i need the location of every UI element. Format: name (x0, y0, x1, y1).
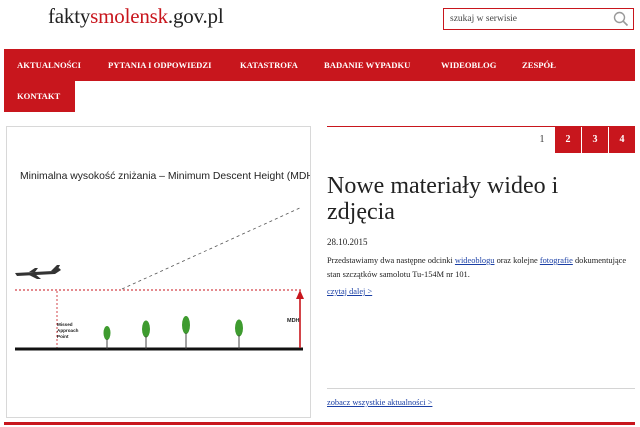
main-nav-row2: KONTAKT (4, 81, 75, 112)
logo-part-domain: .gov.pl (167, 4, 224, 28)
article-title[interactable]: Nowe materiały wideo i zdjęcia (327, 173, 627, 225)
nav-item-pytania[interactable]: PYTANIA I ODPOWIEDZI (108, 49, 211, 81)
mdh-arrow-head (296, 290, 304, 299)
section-bottom-rule (4, 422, 635, 425)
slider-page-1[interactable]: 1 (529, 127, 555, 153)
site-logo[interactable]: faktysmolensk.gov.pl (48, 4, 224, 29)
slider-page-4[interactable]: 4 (609, 127, 635, 153)
mdh-label: MDH (287, 318, 300, 324)
wideoblog-link[interactable]: wideoblogu (455, 256, 495, 265)
approach-path-line (121, 206, 303, 290)
tree-icon (182, 316, 190, 349)
tree-icon (142, 320, 150, 349)
nav-item-wideoblog[interactable]: WIDEOBLOG (441, 49, 496, 81)
nav-item-badanie[interactable]: BADANIE WYPADKU (324, 49, 410, 81)
airplane-icon (15, 265, 61, 279)
fotografie-link[interactable]: fotografie (540, 256, 573, 265)
article-date: 28.10.2015 (327, 237, 368, 247)
logo-part-fakty: fakty (48, 4, 91, 28)
nav-item-kontakt[interactable]: KONTAKT (17, 81, 60, 112)
logo-part-smolensk: smolensk (90, 4, 168, 28)
nav-item-katastrofa[interactable]: KATASTROFA (240, 49, 298, 81)
diagram-title: Minimalna wysokość zniżania – Minimum De… (20, 171, 311, 182)
tree-icon (235, 319, 243, 349)
article-lead: Przedstawiamy dwa następne odcinki wideo… (327, 256, 627, 279)
search-input[interactable] (444, 9, 612, 29)
search-icon[interactable] (613, 11, 629, 27)
slider-page-2[interactable]: 2 (555, 127, 581, 153)
slider-page-3[interactable]: 3 (582, 127, 608, 153)
nav-item-zespol[interactable]: ZESPÓŁ (522, 49, 556, 81)
main-nav: AKTUALNOŚCI PYTANIA I ODPOWIEDZI KATASTR… (4, 49, 635, 81)
tree-icon (103, 326, 111, 349)
missed-approach-label: Missed Approach Point (57, 322, 79, 339)
search-box (443, 8, 634, 30)
all-news-link[interactable]: zobacz wszystkie aktualności > (327, 398, 432, 407)
article-separator (327, 388, 635, 389)
featured-image[interactable]: Minimalna wysokość zniżania – Minimum De… (6, 126, 311, 418)
read-more-link[interactable]: czytaj dalej > (327, 287, 372, 296)
nav-item-aktualnosci[interactable]: AKTUALNOŚCI (17, 49, 81, 81)
